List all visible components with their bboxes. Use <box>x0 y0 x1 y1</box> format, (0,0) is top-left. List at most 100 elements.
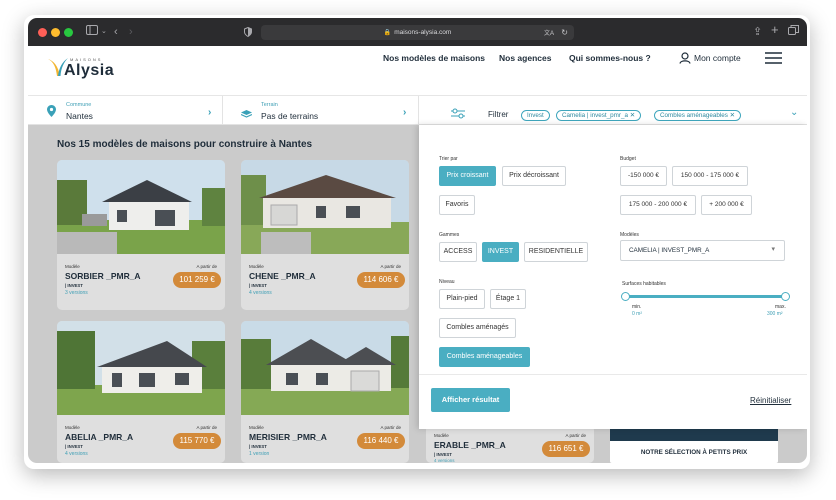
niveau-combles-amenages-button[interactable]: Combles aménagés <box>439 318 516 338</box>
commune-label: Commune <box>66 102 92 108</box>
sidebar-icon[interactable] <box>86 24 98 40</box>
budget-150k-175k-button[interactable]: 150 000 - 175 000 € <box>672 166 748 186</box>
show-results-button[interactable]: Afficher résultat <box>431 388 510 412</box>
commune-selector[interactable] <box>28 96 223 125</box>
logo-text: Alysia <box>64 62 115 79</box>
nav-modeles[interactable]: Nos modèles de maisons <box>383 53 485 63</box>
gamme-access-button[interactable]: ACCESS <box>439 242 477 262</box>
nav-qui-sommes-nous[interactable]: Qui sommes-nous ? <box>569 53 651 63</box>
slider-min-handle[interactable] <box>621 292 630 301</box>
tab-overview-icon[interactable] <box>788 24 799 40</box>
niveau-plain-pied-button[interactable]: Plain-pied <box>439 289 485 309</box>
sort-label: Trier par <box>439 156 458 162</box>
model-card-chene[interactable]: Modèle A partir de CHENE _PMR_A 114 606 … <box>241 160 409 310</box>
card-versions-link[interactable]: 1 version <box>249 451 269 457</box>
gamme-invest-button[interactable]: INVEST <box>482 242 519 262</box>
filter-sliders-icon <box>451 106 465 124</box>
menu-icon[interactable] <box>765 51 782 69</box>
new-tab-icon[interactable]: + <box>771 22 779 38</box>
model-card-abelia[interactable]: Modèle A partir de ABELIA _PMR_A 115 770… <box>57 321 225 463</box>
maximize-window-button[interactable] <box>64 28 73 37</box>
promo-card[interactable]: NOTRE SÉLECTION À PETITS PRIX <box>610 425 778 463</box>
house-photo-chene <box>241 160 409 254</box>
card-versions-link[interactable]: 4 versions <box>65 451 88 457</box>
filter-panel-footer: Afficher résultat Réinitialiser <box>419 374 807 429</box>
niveau-etage-button[interactable]: Étage 1 <box>490 289 526 309</box>
modeles-select[interactable]: CAMELIA | INVEST_PMR_A ▾ <box>620 240 785 261</box>
budget-label: Budget <box>620 156 636 162</box>
card-versions-link[interactable]: 3 versions <box>65 290 88 296</box>
filter-chip-invest[interactable]: Invest <box>521 110 550 121</box>
account-icon[interactable] <box>679 51 691 69</box>
card-price-badge: 114 606 € <box>357 272 405 288</box>
surface-max-label: max. <box>775 304 786 310</box>
forward-icon[interactable]: › <box>129 24 133 40</box>
card-versions-link[interactable]: 4 versions <box>249 290 272 296</box>
location-pin-icon <box>47 104 56 122</box>
house-photo-abelia <box>57 321 225 415</box>
niveau-label: Niveau <box>439 279 455 285</box>
back-icon[interactable]: ‹ <box>114 24 118 40</box>
translate-icon[interactable]: 文A <box>544 28 554 37</box>
card-model-name: CHENE _PMR_A <box>249 271 316 281</box>
card-price-badge: 115 770 € <box>173 433 221 449</box>
alysia-logo[interactable]: MAISONS Alysia <box>46 54 141 84</box>
reload-icon[interactable]: ↻ <box>561 28 568 37</box>
lock-icon: 🔒 <box>383 30 392 36</box>
card-model-name: ABELIA _PMR_A <box>65 432 134 442</box>
card-from-label: A partir de <box>196 425 217 430</box>
filter-chip-combles[interactable]: Combles aménageables ✕ <box>654 110 741 121</box>
browser-toolbar: ⌄ ‹ › 🔒 maisons-alysia.com 文A ↻ ⇪ + <box>28 18 807 46</box>
address-bar[interactable]: 🔒 maisons-alysia.com 文A ↻ <box>261 25 574 40</box>
card-model-label: Modèle <box>249 425 264 430</box>
card-range-label: | INVEST <box>65 283 83 288</box>
close-icon[interactable]: ✕ <box>730 112 735 119</box>
close-icon[interactable]: ✕ <box>630 112 635 119</box>
card-model-label: Modèle <box>249 264 264 269</box>
close-window-button[interactable] <box>38 28 47 37</box>
model-card-sorbier[interactable]: Modèle A partir de SORBIER _PMR_A 101 25… <box>57 160 225 310</box>
card-range-label: | INVEST <box>434 452 452 457</box>
layers-icon <box>240 106 253 124</box>
minimize-window-button[interactable] <box>51 28 60 37</box>
filter-chevron-down-icon[interactable]: ⌄ <box>790 107 798 118</box>
reset-link[interactable]: Réinitialiser <box>750 396 791 405</box>
nav-mon-compte[interactable]: Mon compte <box>694 53 741 63</box>
card-versions-link[interactable]: 4 versions <box>434 458 455 463</box>
surface-min-label: min. <box>632 304 642 310</box>
sort-price-desc-button[interactable]: Prix décroissant <box>502 166 566 186</box>
slider-max-handle[interactable] <box>781 292 790 301</box>
surfaces-label: Surfaces habitables <box>622 281 666 287</box>
sort-favorites-button[interactable]: Favoris <box>439 195 475 215</box>
card-model-name: SORBIER _PMR_A <box>65 271 141 281</box>
surface-min-value: 0 m² <box>632 311 642 317</box>
chevron-down-icon[interactable]: ⌄ <box>101 24 107 40</box>
card-model-label: Modèle <box>65 425 80 430</box>
gamme-residentielle-button[interactable]: RESIDENTIELLE <box>524 242 588 262</box>
budget-175k-200k-button[interactable]: 175 000 - 200 000 € <box>620 195 696 215</box>
surface-range-slider[interactable] <box>621 292 790 302</box>
model-card-merisier[interactable]: Modèle A partir de MERISIER _PMR_A 116 4… <box>241 321 409 463</box>
card-range-label: | INVEST <box>249 283 267 288</box>
card-price-badge: 101 259 € <box>173 272 221 288</box>
sort-price-asc-button[interactable]: Prix croissant <box>439 166 496 186</box>
commune-chevron-icon: › <box>208 107 212 118</box>
card-model-name: MERISIER _PMR_A <box>249 432 327 442</box>
model-card-erable[interactable]: Modèle A partir de ERABLE _PMR_A 116 651… <box>426 425 594 463</box>
terrain-label: Terrain <box>261 102 278 108</box>
chip-label: Invest <box>527 112 544 119</box>
card-price-badge: 116 440 € <box>357 433 405 449</box>
filter-chip-camelia[interactable]: Camelia | invest_pmr_a ✕ <box>556 110 642 121</box>
house-photo-merisier <box>241 321 409 415</box>
terrain-selector[interactable] <box>223 96 419 125</box>
card-range-label: | INVEST <box>249 444 267 449</box>
budget-over-200k-button[interactable]: + 200 000 € <box>701 195 752 215</box>
nav-agences[interactable]: Nos agences <box>499 53 551 63</box>
privacy-shield-icon[interactable] <box>244 26 252 42</box>
niveau-combles-amenageables-button[interactable]: Combles aménageables <box>439 347 530 367</box>
budget-under-150k-button[interactable]: -150 000 € <box>620 166 667 186</box>
surface-max-value: 300 m² <box>767 311 783 317</box>
share-icon[interactable]: ⇪ <box>753 24 762 40</box>
house-photo-sorbier <box>57 160 225 254</box>
card-model-label: Modèle <box>65 264 80 269</box>
